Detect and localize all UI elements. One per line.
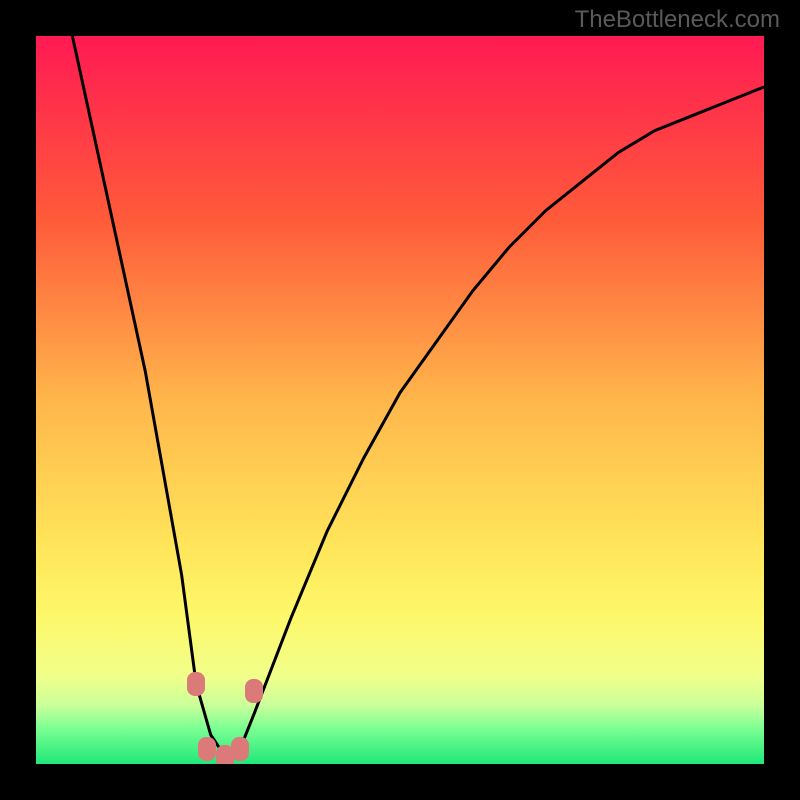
data-marker [187,672,205,696]
data-marker [245,679,263,703]
data-marker [198,737,216,761]
curve-svg [36,36,764,764]
plot-area [36,36,764,764]
curve-line [72,36,764,757]
data-marker [231,737,249,761]
watermark-label: TheBottleneck.com [575,6,780,34]
